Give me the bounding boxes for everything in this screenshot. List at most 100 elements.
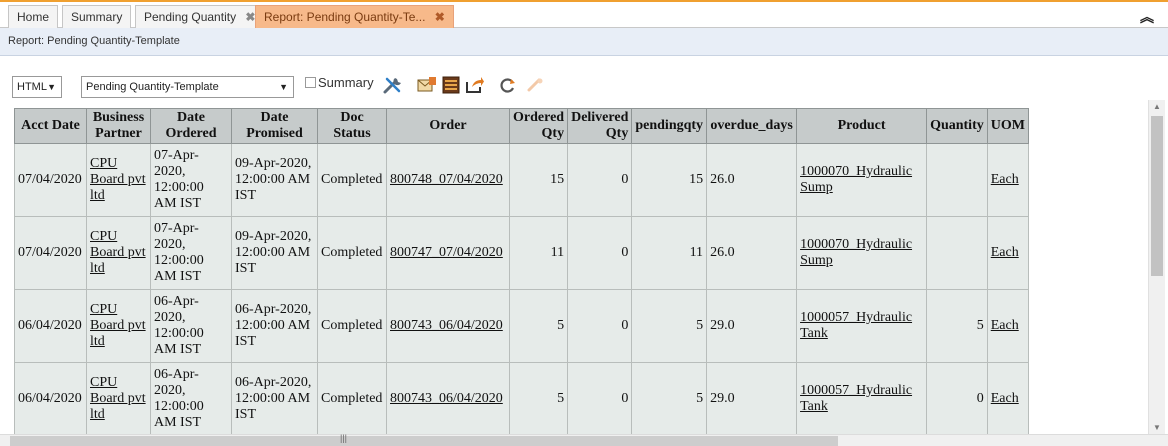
table-row: 07/04/2020 CPU Board pvt ltd 07-Apr-2020, … [14, 216, 1029, 290]
tab-report-pending-quantity[interactable]: Report: Pending Quantity-Te... ✖ [255, 5, 454, 29]
doc-status-cell: Completed [317, 362, 387, 434]
grip-icon: ||| [340, 433, 348, 443]
product-link[interactable]: 1000057_Hydraulic Tank [800, 383, 912, 414]
send-icon[interactable] [465, 76, 485, 94]
template-select[interactable]: Pending Quantity-Template ▼ [81, 76, 294, 98]
date-promised-cell: 06-Apr-2020, 12:00:00 AM IST [231, 289, 318, 363]
tab-label: Report: Pending Quantity-Te... [264, 10, 426, 24]
business-partner-link[interactable]: CPU Board pvt ltd [90, 302, 146, 349]
table-row: 06/04/2020 CPU Board pvt ltd 06-Apr-2020, … [14, 362, 1029, 434]
acct-date-cell: 07/04/2020 [14, 143, 87, 217]
uom-cell: Each [986, 362, 1029, 434]
archive-icon[interactable] [442, 76, 460, 94]
business-partner-link[interactable]: CPU Board pvt ltd [90, 229, 146, 276]
col-header[interactable]: Delivered Qty [567, 108, 633, 144]
doc-status-cell: Completed [317, 143, 387, 217]
vertical-scrollbar[interactable]: ▲ ▼ [1148, 100, 1165, 434]
col-header[interactable]: UOM [986, 108, 1029, 144]
doc-status-cell: Completed [317, 289, 387, 363]
template-select-value: Pending Quantity-Template [86, 81, 219, 93]
order-link[interactable]: 800748_07/04/2020 [390, 172, 503, 187]
close-icon[interactable]: ✖ [435, 10, 445, 24]
business-partner-link[interactable]: CPU Board pvt ltd [90, 156, 146, 203]
tab-pending-quantity[interactable]: Pending Quantity ✖ [135, 5, 265, 29]
uom-link[interactable]: Each [991, 245, 1019, 260]
delivered-qty-cell: 0 [567, 362, 633, 434]
pendingqty-cell: 5 [631, 362, 708, 434]
tab-label: Summary [71, 10, 123, 24]
product-link[interactable]: 1000057_Hydraulic Tank [800, 310, 912, 341]
table-body: 07/04/2020 CPU Board pvt ltd 07-Apr-2020, … [14, 143, 1029, 434]
export-mail-icon[interactable] [417, 76, 437, 94]
ordered-qty-cell: 11 [508, 216, 569, 290]
date-promised-cell: 06-Apr-2020, 12:00:00 AM IST [231, 362, 318, 434]
col-header[interactable]: pendingqty [631, 108, 708, 144]
pendingqty-cell: 5 [631, 289, 708, 363]
acct-date-cell: 07/04/2020 [14, 216, 87, 290]
tab-bar: Home Summary Pending Quantity ✖ Report: … [0, 0, 1168, 29]
vertical-scroll-thumb[interactable] [1151, 116, 1163, 276]
horizontal-scrollbar[interactable]: ||| [0, 433, 1168, 446]
summary-label: Summary [318, 75, 374, 90]
uom-cell: Each [986, 289, 1029, 363]
horizontal-scroll-thumb[interactable]: ||| [10, 433, 838, 446]
collapse-up-icon[interactable]: ︽ [1140, 7, 1154, 27]
format-select[interactable]: HTML ▼ [12, 76, 62, 98]
date-promised-cell: 09-Apr-2020, 12:00:00 AM IST [231, 216, 318, 290]
date-promised-cell: 09-Apr-2020, 12:00:00 AM IST [231, 143, 318, 217]
pendingqty-cell: 11 [631, 216, 708, 290]
overdue-days-cell: 29.0 [706, 362, 798, 434]
col-header[interactable]: Ordered Qty [508, 108, 569, 144]
date-ordered-cell: 06-Apr-2020, 12:00:00 AM IST [150, 289, 232, 363]
product-link[interactable]: 1000070_Hydraulic Sump [800, 237, 912, 268]
product-cell: 1000057_Hydraulic Tank [796, 362, 928, 434]
order-link[interactable]: 800743_06/04/2020 [390, 318, 503, 333]
business-partner-link[interactable]: CPU Board pvt ltd [90, 375, 146, 422]
scroll-down-icon[interactable]: ▼ [1153, 423, 1161, 432]
col-header[interactable]: Quantity [926, 108, 988, 144]
customize-icon[interactable] [382, 75, 404, 95]
col-header[interactable]: Product [796, 108, 928, 144]
report-grid: Acct Date Business Partner Date Ordered … [14, 108, 1148, 434]
uom-link[interactable]: Each [991, 172, 1019, 187]
close-icon[interactable]: ✖ [245, 10, 255, 24]
ordered-qty-cell: 5 [508, 362, 569, 434]
summary-checkbox[interactable] [305, 77, 316, 88]
col-header[interactable]: Doc Status [317, 108, 387, 144]
uom-link[interactable]: Each [991, 391, 1019, 406]
col-header[interactable]: Acct Date [14, 108, 87, 144]
tab-label: Pending Quantity [144, 10, 237, 24]
order-cell: 800747_07/04/2020 [386, 216, 510, 290]
order-link[interactable]: 800747_07/04/2020 [390, 245, 503, 260]
tab-summary[interactable]: Summary [62, 5, 132, 29]
acct-date-cell: 06/04/2020 [14, 362, 87, 434]
col-header[interactable]: Date Promised [231, 108, 318, 144]
date-ordered-cell: 06-Apr-2020, 12:00:00 AM IST [150, 362, 232, 434]
business-partner-cell: CPU Board pvt ltd [86, 216, 151, 290]
refresh-icon[interactable] [498, 76, 518, 94]
quantity-cell [926, 143, 988, 217]
product-link[interactable]: 1000070_Hydraulic Sump [800, 164, 912, 195]
report-table: Acct Date Business Partner Date Ordered … [14, 108, 1029, 434]
col-header[interactable]: Order [386, 108, 510, 144]
order-link[interactable]: 800743_06/04/2020 [390, 391, 503, 406]
overdue-days-cell: 26.0 [706, 143, 798, 217]
delivered-qty-cell: 0 [567, 216, 633, 290]
business-partner-cell: CPU Board pvt ltd [86, 289, 151, 363]
report-title-bar: Report: Pending Quantity-Template [0, 28, 1168, 56]
col-header[interactable]: Date Ordered [150, 108, 232, 144]
quantity-cell [926, 216, 988, 290]
table-row: 07/04/2020 CPU Board pvt ltd 07-Apr-2020, … [14, 143, 1029, 217]
tab-home[interactable]: Home [8, 5, 59, 29]
format-select-value: HTML [17, 81, 47, 93]
quantity-cell: 0 [926, 362, 988, 434]
scroll-up-icon[interactable]: ▲ [1153, 102, 1161, 111]
col-header[interactable]: overdue_days [706, 108, 798, 144]
business-partner-cell: CPU Board pvt ltd [86, 143, 151, 217]
tab-label: Home [17, 10, 50, 24]
col-header[interactable]: Business Partner [86, 108, 151, 144]
acct-date-cell: 06/04/2020 [14, 289, 87, 363]
uom-link[interactable]: Each [991, 318, 1019, 333]
quantity-cell: 5 [926, 289, 988, 363]
ordered-qty-cell: 15 [508, 143, 569, 217]
